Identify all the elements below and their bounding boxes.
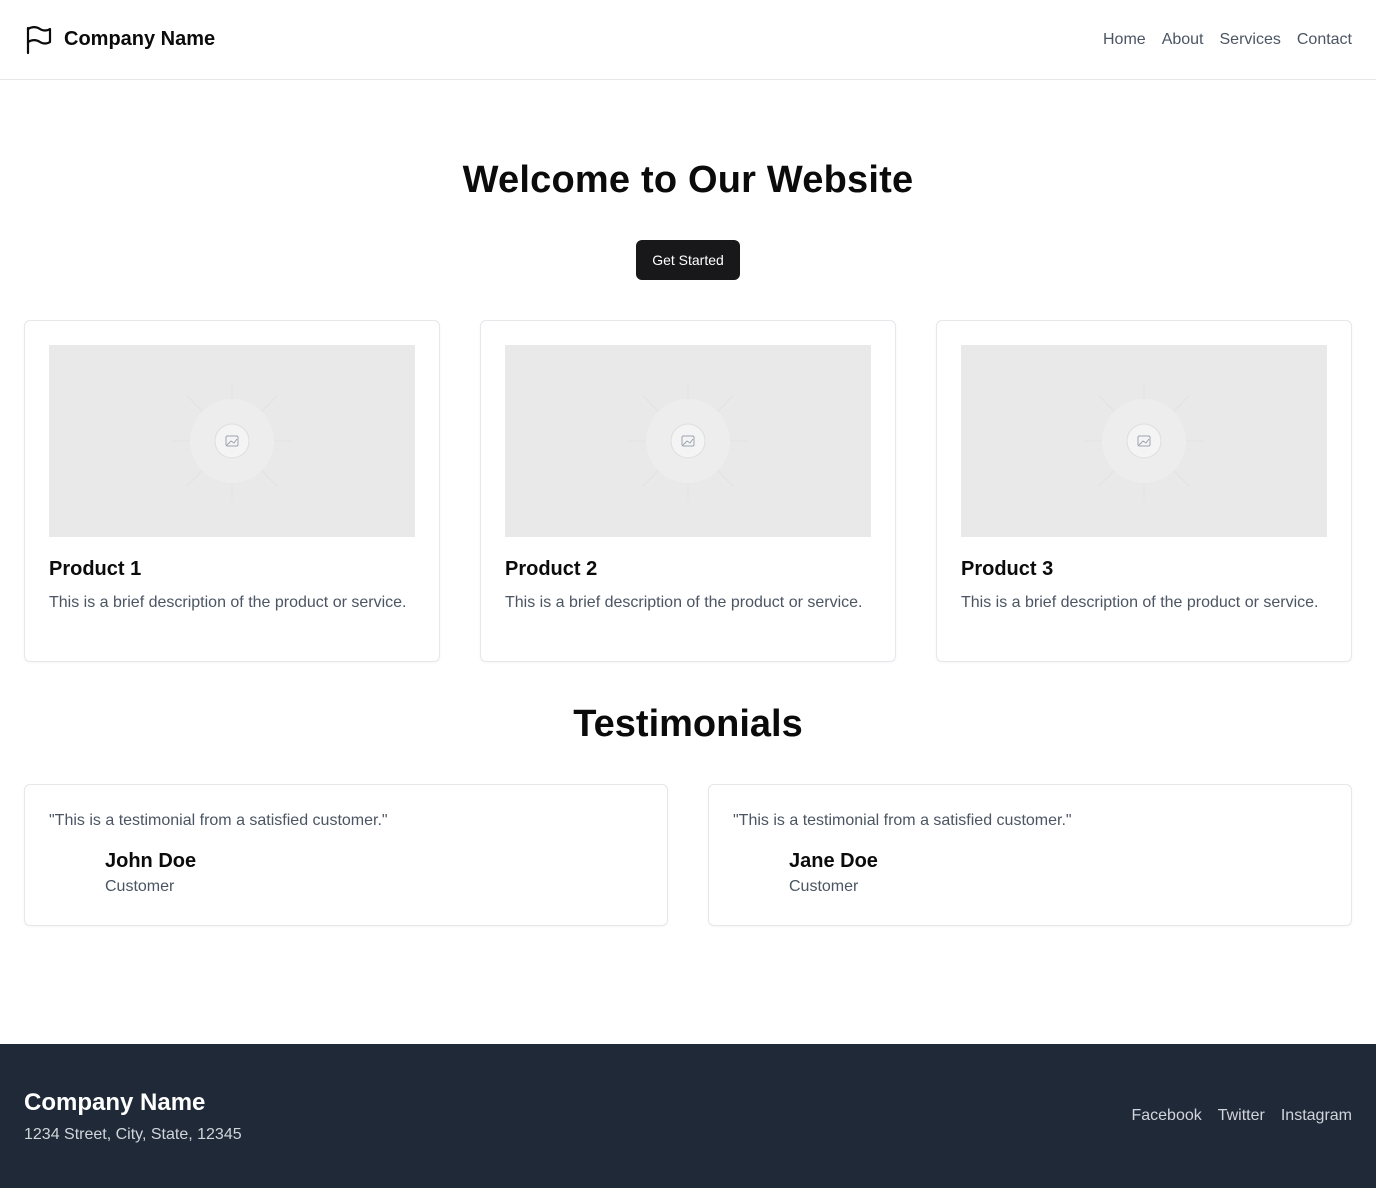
hero-title: Welcome to Our Website xyxy=(462,159,914,201)
nav-home[interactable]: Home xyxy=(1103,31,1146,49)
get-started-button[interactable]: Get Started xyxy=(636,240,740,280)
product-title: Product 2 xyxy=(505,558,598,580)
brand[interactable]: Company Name xyxy=(24,25,215,55)
product-description: This is a brief description of the produ… xyxy=(505,594,863,611)
product-title: Product 1 xyxy=(49,558,142,580)
twitter-link[interactable]: Twitter xyxy=(1218,1107,1265,1125)
author-name: John Doe xyxy=(105,850,197,872)
author-role: Customer xyxy=(789,878,859,895)
image-icon xyxy=(1084,381,1204,501)
social-links: Facebook Twitter Instagram xyxy=(1131,1107,1352,1125)
product-description: This is a brief description of the produ… xyxy=(49,594,407,611)
image-placeholder xyxy=(505,345,871,537)
nav-services[interactable]: Services xyxy=(1220,31,1281,49)
author-name: Jane Doe xyxy=(789,850,878,872)
footer-company-name: Company Name xyxy=(24,1089,206,1116)
testimonial-quote: "This is a testimonial from a satisfied … xyxy=(49,812,388,829)
testimonial-card: "This is a testimonial from a satisfied … xyxy=(24,784,668,926)
image-icon xyxy=(628,381,748,501)
site-header: Company Name Home About Services Contact xyxy=(0,0,1376,80)
testimonials-title: Testimonials xyxy=(573,703,803,745)
product-card: Product 1 This is a brief description of… xyxy=(24,320,440,662)
testimonial-quote: "This is a testimonial from a satisfied … xyxy=(733,812,1072,829)
product-description: This is a brief description of the produ… xyxy=(961,594,1319,611)
product-card: Product 2 This is a brief description of… xyxy=(480,320,896,662)
main-nav: Home About Services Contact xyxy=(1103,31,1352,49)
image-placeholder xyxy=(49,345,415,537)
nav-about[interactable]: About xyxy=(1162,31,1204,49)
instagram-link[interactable]: Instagram xyxy=(1281,1107,1352,1125)
testimonial-author: Jane Doe Customer xyxy=(733,849,1327,897)
product-card: Product 3 This is a brief description of… xyxy=(936,320,1352,662)
flag-icon xyxy=(24,25,54,55)
author-role: Customer xyxy=(105,878,175,895)
brand-name: Company Name xyxy=(64,28,216,50)
facebook-link[interactable]: Facebook xyxy=(1131,1107,1201,1125)
product-title: Product 3 xyxy=(961,558,1054,580)
products-section: Product 1 This is a brief description of… xyxy=(0,320,1376,662)
nav-contact[interactable]: Contact xyxy=(1297,31,1352,49)
footer-address: 1234 Street, City, State, 12345 xyxy=(24,1126,242,1143)
image-placeholder xyxy=(961,345,1327,537)
image-icon xyxy=(172,381,292,501)
testimonial-card: "This is a testimonial from a satisfied … xyxy=(708,784,1352,926)
testimonial-author: John Doe Customer xyxy=(49,849,643,897)
site-footer: Company Name 1234 Street, City, State, 1… xyxy=(0,1044,1376,1188)
footer-info: Company Name 1234 Street, City, State, 1… xyxy=(24,1088,242,1144)
testimonials-section: "This is a testimonial from a satisfied … xyxy=(0,784,1376,926)
hero-section: Welcome to Our Website Get Started xyxy=(0,80,1376,280)
